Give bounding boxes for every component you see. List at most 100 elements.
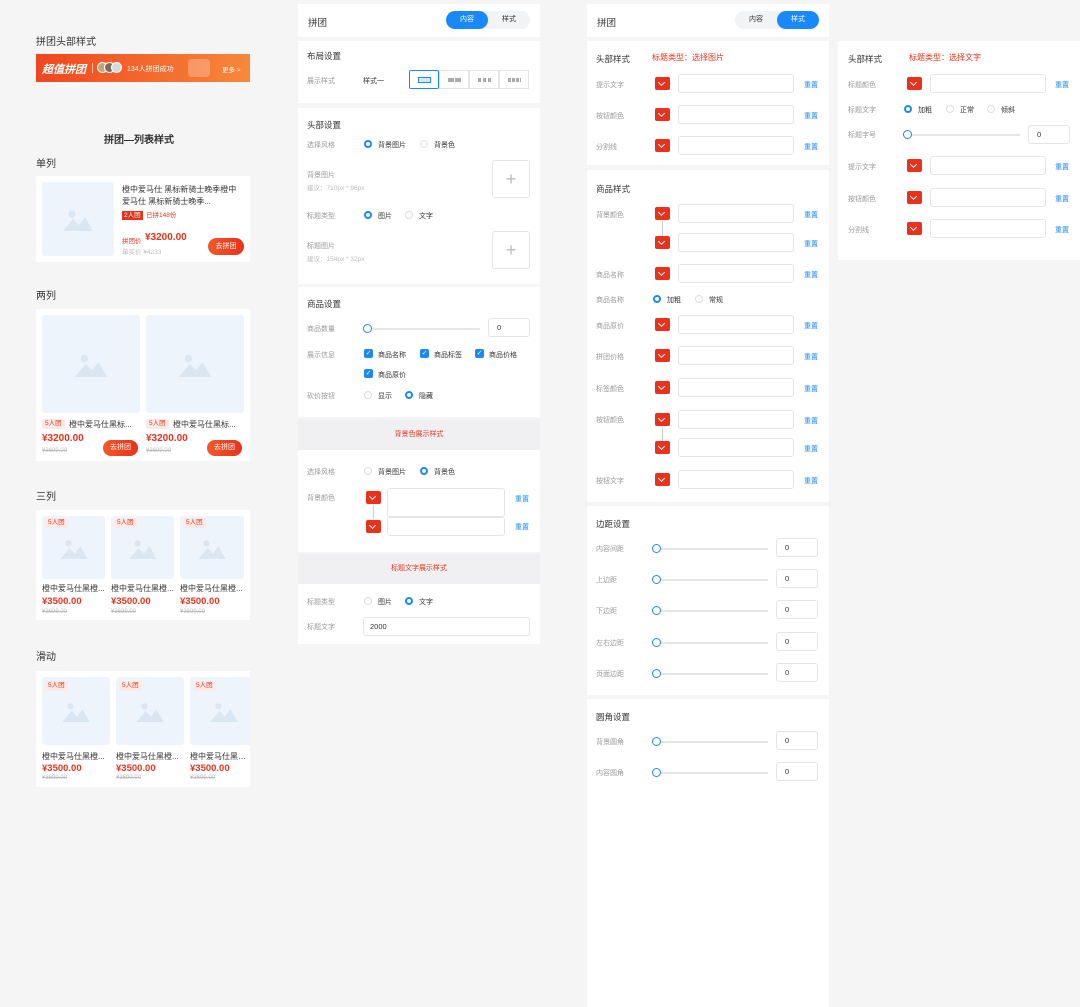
color-field[interactable] (678, 378, 794, 397)
margin-slider[interactable] (657, 579, 768, 581)
color-field[interactable] (678, 136, 794, 155)
reset-button[interactable]: 重置 (804, 239, 818, 249)
upload-bg-image-button[interactable]: + (492, 160, 530, 198)
single-product-card[interactable]: 橙中爱马仕 黑标新骑士晚季橙中 爱马仕 黑标新骑士晚季... 2人团 已拼148… (36, 176, 250, 262)
color-field[interactable] (930, 156, 1046, 175)
font-size-slider[interactable] (909, 134, 1020, 136)
radius-slider[interactable] (657, 741, 768, 743)
color-field[interactable] (678, 204, 794, 223)
margin-slider[interactable] (657, 610, 768, 612)
color-field[interactable] (678, 233, 794, 252)
slider-handle[interactable] (652, 638, 661, 647)
margin-input[interactable]: 0 (776, 632, 818, 651)
color-field[interactable] (678, 74, 794, 93)
color-field[interactable] (678, 264, 794, 283)
reset-button[interactable]: 重置 (804, 142, 818, 152)
color-picker-end[interactable] (655, 441, 670, 454)
color-picker-start[interactable] (655, 413, 670, 426)
radio-normal[interactable] (695, 295, 703, 303)
radio-title-image[interactable] (364, 211, 372, 219)
reset-button[interactable]: 重置 (1055, 225, 1069, 235)
checkbox-goods-name[interactable]: ✓ (364, 349, 373, 358)
color-picker[interactable] (907, 159, 922, 172)
goods-count-slider[interactable] (368, 328, 480, 330)
slider-handle[interactable] (652, 575, 661, 584)
reset-button[interactable]: 重置 (804, 476, 818, 486)
checkbox-goods-orig[interactable]: ✓ (364, 369, 373, 378)
upload-title-image-button[interactable]: + (492, 231, 530, 269)
slider-handle[interactable] (363, 324, 372, 333)
color-picker[interactable] (655, 381, 670, 394)
slider-handle[interactable] (652, 544, 661, 553)
reset-button[interactable]: 重置 (804, 80, 818, 90)
layout-option-slide[interactable] (499, 70, 529, 89)
margin-slider[interactable] (657, 548, 768, 550)
title-text-input[interactable]: 2000 (363, 617, 530, 636)
radio-bold[interactable] (904, 105, 912, 113)
color-picker-start[interactable] (655, 207, 670, 220)
bg-color-field-start[interactable] (387, 488, 505, 517)
layout-option-double[interactable] (439, 70, 469, 89)
margin-input[interactable]: 0 (776, 663, 818, 682)
reset-button[interactable]: 重置 (804, 111, 818, 121)
radio-title-text[interactable] (405, 597, 413, 605)
color-picker[interactable] (655, 349, 670, 362)
reset-button[interactable]: 重置 (1055, 80, 1069, 90)
radius-input[interactable]: 0 (776, 731, 818, 750)
slider-handle[interactable] (652, 768, 661, 777)
color-picker[interactable] (655, 473, 670, 486)
color-field[interactable] (678, 346, 794, 365)
radio-bg-color[interactable] (420, 140, 428, 148)
color-field[interactable] (678, 105, 794, 124)
join-group-button[interactable]: 去拼团 (208, 238, 244, 255)
color-field[interactable] (930, 219, 1046, 238)
color-field[interactable] (678, 470, 794, 489)
color-picker[interactable] (655, 108, 670, 121)
color-picker[interactable] (655, 267, 670, 280)
banner-more-link[interactable]: 更多 > (222, 64, 241, 74)
radio-bg-image[interactable] (364, 140, 372, 148)
join-group-button[interactable]: 去拼团 (207, 440, 242, 456)
color-picker[interactable] (655, 318, 670, 331)
margin-input[interactable]: 0 (776, 569, 818, 588)
radius-slider[interactable] (657, 772, 768, 774)
radio-title-image[interactable] (364, 597, 372, 605)
goods-count-input[interactable]: 0 (488, 318, 530, 337)
color-picker[interactable] (907, 191, 922, 204)
tab-style[interactable]: 样式 (488, 11, 530, 29)
checkbox-goods-price[interactable]: ✓ (475, 349, 484, 358)
reset-button[interactable]: 重置 (804, 416, 818, 426)
checkbox-goods-tag[interactable]: ✓ (420, 349, 429, 358)
slider-handle[interactable] (652, 737, 661, 746)
reset-button[interactable]: 重置 (804, 384, 818, 394)
font-size-input[interactable]: 0 (1028, 125, 1070, 144)
bg-color-field-end[interactable] (387, 517, 505, 536)
reset-button[interactable]: 重置 (515, 522, 529, 532)
color-picker[interactable] (907, 222, 922, 235)
slide-list[interactable]: 5人团 橙中爱马仕黑橙... ¥3500.00 ¥3699.00 5人团 橙中爱… (36, 671, 250, 787)
reset-button[interactable]: 重置 (515, 494, 529, 504)
join-group-button[interactable]: 去拼团 (103, 440, 138, 456)
radio-normal[interactable] (946, 105, 954, 113)
reset-button[interactable]: 重置 (804, 352, 818, 362)
tab-content[interactable]: 内容 (735, 11, 777, 29)
radio-italic[interactable] (987, 105, 995, 113)
layout-option-single[interactable] (409, 70, 439, 89)
color-field[interactable] (678, 315, 794, 334)
reset-button[interactable]: 重置 (804, 321, 818, 331)
margin-slider[interactable] (657, 642, 768, 644)
margin-input[interactable]: 0 (776, 538, 818, 557)
color-picker[interactable] (655, 77, 670, 90)
color-picker-start[interactable] (366, 491, 381, 504)
layout-option-triple[interactable] (469, 70, 499, 89)
radio-title-text[interactable] (405, 211, 413, 219)
tab-content[interactable]: 内容 (446, 11, 488, 29)
radio-bold[interactable] (653, 295, 661, 303)
slider-handle[interactable] (652, 669, 661, 678)
radio-bg-color[interactable] (420, 467, 428, 475)
tab-style[interactable]: 样式 (777, 11, 819, 29)
reset-button[interactable]: 重置 (804, 210, 818, 220)
radius-input[interactable]: 0 (776, 762, 818, 781)
color-picker-end[interactable] (366, 520, 381, 533)
reset-button[interactable]: 重置 (804, 444, 818, 454)
